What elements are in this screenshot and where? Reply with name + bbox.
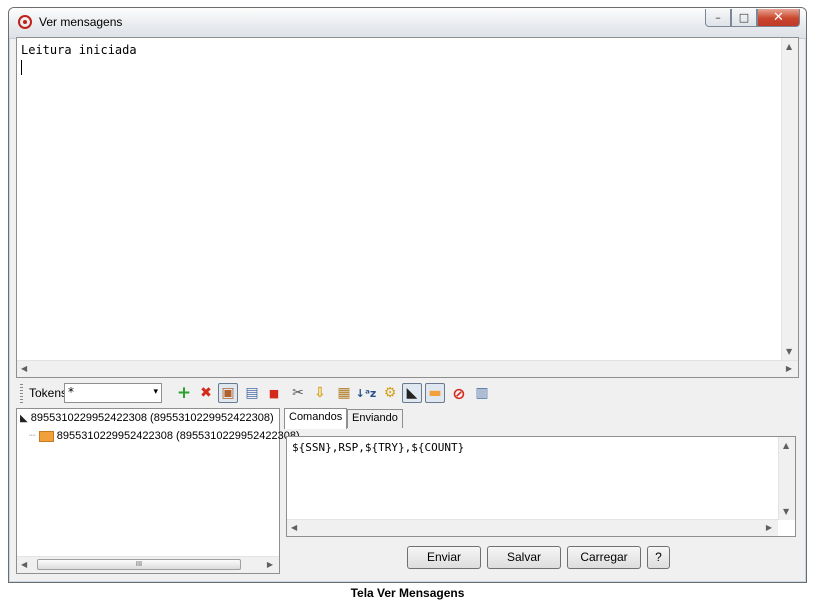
send-button[interactable]: Enviar [407, 546, 481, 569]
load-button[interactable]: Carregar [567, 546, 641, 569]
command-panel: Comandos Enviando ${SSN},RSP,${TRY},${CO… [283, 408, 798, 574]
command-textarea[interactable]: ${SSN},RSP,${TRY},${COUNT} ▲ ▼ ◀ ▶ [286, 436, 796, 537]
command-vertical-scrollbar[interactable]: ▲ ▼ [778, 437, 795, 520]
message-icon [38, 430, 54, 442]
filter-icon[interactable]: ⚙ [380, 383, 400, 403]
tree-connector-line: ┈ [29, 430, 36, 442]
chevron-down-icon: ▾ [153, 387, 158, 397]
tab-comandos[interactable]: Comandos [284, 408, 348, 429]
scroll-left-arrow-icon[interactable]: ◀ [21, 364, 27, 373]
maximize-button[interactable]: □ [731, 9, 757, 27]
view-icon[interactable]: ▣ [218, 383, 238, 403]
sort-az-icon[interactable]: ↓ᵃz [356, 383, 377, 403]
title-bar[interactable]: Ver mensagens – □ ✕ [9, 8, 806, 39]
device-tree[interactable]: ◣ 8955310229952422308 (89553102299524223… [16, 408, 300, 574]
scroll-right-arrow-icon[interactable]: ▶ [786, 364, 792, 373]
tree-horizontal-scrollbar[interactable]: ◀ III ▶ [17, 556, 279, 573]
scroll-down-arrow-icon[interactable]: ▼ [786, 347, 792, 356]
app-logo-icon [18, 15, 32, 29]
delete-icon[interactable]: ✖ [196, 383, 216, 403]
tokens-select-value: * [68, 385, 74, 399]
import-icon[interactable]: ⇩ [310, 383, 330, 403]
save-button[interactable]: Salvar [487, 546, 561, 569]
toolbar: Tokens * ▾ + ✖ ▣ ▤ ■ ✂ ⇩ ▦ ↓ᵃz ⚙ ◣ ▬ ⊘ ▥ [16, 380, 799, 406]
add-icon[interactable]: + [174, 383, 194, 403]
tree-root-label: 8955310229952422308 (8955310229952422308… [30, 412, 274, 424]
scroll-left-arrow-icon[interactable]: ◀ [291, 523, 297, 532]
tokens-select[interactable]: * ▾ [64, 383, 162, 403]
tree-child-label: 8955310229952422308 (8955310229952422308… [56, 430, 300, 442]
tree-scroll-thumb[interactable]: III [37, 559, 241, 570]
tab-enviando[interactable]: Enviando [347, 409, 403, 428]
window-title: Ver mensagens [39, 15, 123, 29]
messages-textarea[interactable]: Leitura iniciada ▲ ▼ ◀ ▶ [16, 37, 799, 378]
export-icon[interactable]: ▦ [334, 383, 354, 403]
command-horizontal-scrollbar[interactable]: ◀ ▶ [287, 519, 778, 536]
toolbar-grip-handle[interactable] [20, 384, 23, 403]
messages-horizontal-scrollbar[interactable]: ◀ ▶ [17, 360, 798, 377]
scroll-up-arrow-icon[interactable]: ▲ [783, 441, 789, 450]
close-button[interactable]: ✕ [757, 9, 800, 27]
help-button[interactable]: ? [647, 546, 670, 569]
text-caret [21, 60, 22, 75]
scroll-up-arrow-icon[interactable]: ▲ [786, 42, 792, 51]
send-icon[interactable]: ▬ [425, 383, 445, 403]
tools-icon[interactable]: ✂ [288, 383, 308, 403]
tree-root-item[interactable]: ◣ 8955310229952422308 (89553102299524223… [20, 412, 274, 424]
receive-icon[interactable]: ◣ [402, 383, 422, 403]
table-icon[interactable]: ▥ [472, 383, 492, 403]
tree-child-item[interactable]: ┈ 8955310229952422308 (89553102299524223… [29, 429, 300, 442]
minimize-button[interactable]: – [705, 9, 731, 27]
messages-vertical-scrollbar[interactable]: ▲ ▼ [781, 38, 798, 360]
command-text: ${SSN},RSP,${TRY},${COUNT} [292, 441, 465, 454]
window-controls: – □ ✕ [705, 9, 800, 28]
clear-icon[interactable]: ⊘ [449, 383, 469, 403]
tokens-label: Tokens [29, 386, 68, 400]
scroll-right-arrow-icon[interactable]: ▶ [267, 560, 273, 569]
figure-caption: Tela Ver Mensagens [350, 586, 465, 600]
scroll-right-arrow-icon[interactable]: ▶ [766, 523, 772, 532]
scroll-down-arrow-icon[interactable]: ▼ [783, 507, 789, 516]
stop-icon[interactable]: ■ [264, 383, 284, 403]
scroll-left-arrow-icon[interactable]: ◀ [21, 560, 27, 569]
messages-text: Leitura iniciada [21, 43, 137, 57]
device-icon: ◣ [20, 413, 28, 424]
ver-mensagens-window: Ver mensagens – □ ✕ Leitura iniciada ▲ ▼… [8, 7, 807, 583]
save-icon[interactable]: ▤ [242, 383, 262, 403]
